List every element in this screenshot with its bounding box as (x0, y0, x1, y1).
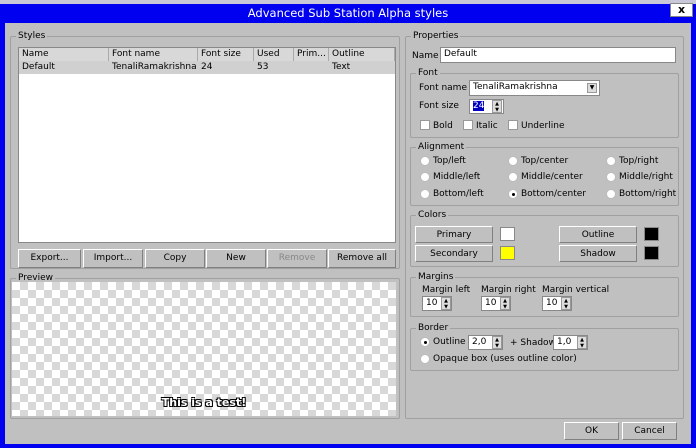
border-legend: Border (416, 322, 451, 334)
remove-all-button[interactable]: Remove all (328, 249, 396, 268)
name-input[interactable]: Default (440, 47, 676, 63)
styles-list[interactable]: Name Font name Font size Used Prim... Ou… (18, 47, 396, 243)
bold-label: Bold (433, 121, 453, 131)
preview-canvas: This is a test! (12, 282, 396, 416)
alignment-label: Middle/center (521, 172, 583, 182)
cell-primary (294, 61, 297, 74)
window-title: Advanced Sub Station Alpha styles (247, 6, 449, 20)
alignment-label: Bottom/center (521, 189, 586, 199)
primary-swatch[interactable] (500, 227, 515, 241)
new-button[interactable]: New (206, 249, 266, 268)
alignment-label: Bottom/left (433, 189, 484, 199)
alignment-label: Middle/left (433, 172, 481, 182)
alignment-radio[interactable] (606, 189, 616, 199)
remove-button[interactable]: Remove (267, 249, 327, 268)
outline-width-spinner[interactable]: ▲ ▼ (492, 336, 502, 349)
margin-left-spinner[interactable]: ▲ ▼ (441, 297, 451, 310)
cell-font-name: TenaliRamakrishna (112, 62, 197, 72)
alignment-radio[interactable] (420, 172, 430, 182)
margin-vertical-spinner[interactable]: ▲ ▼ (561, 297, 571, 310)
preview-text: This is a test! (161, 396, 247, 409)
alignment-label: Top/center (521, 156, 569, 166)
shadow-width-spinner[interactable]: ▲ ▼ (577, 336, 587, 349)
cell-outline: Text (332, 62, 351, 72)
outline-radio[interactable] (420, 337, 430, 347)
ok-button[interactable]: OK (564, 422, 619, 440)
opaque-box-label: Opaque box (uses outline color) (433, 354, 577, 364)
alignment-radio[interactable] (420, 189, 430, 199)
shadow-color-button[interactable]: Shadow (559, 245, 637, 262)
outline-swatch[interactable] (644, 227, 659, 241)
chevron-down-icon[interactable]: ▼ (587, 83, 597, 93)
font-size-value: 24 (473, 101, 485, 111)
alignment-radio[interactable] (606, 172, 616, 182)
alignment-radio[interactable] (508, 189, 518, 199)
shadow-swatch[interactable] (644, 246, 659, 260)
styles-legend: Styles (16, 30, 48, 42)
font-size-spinner[interactable]: ▲ ▼ (492, 100, 502, 113)
margin-right-spinner[interactable]: ▲ ▼ (500, 297, 510, 310)
col-name[interactable]: Name (19, 48, 109, 61)
alignment-label: Top/right (619, 156, 659, 166)
col-outline[interactable]: Outline (329, 48, 395, 61)
opaque-box-radio[interactable] (420, 354, 430, 364)
secondary-swatch[interactable] (500, 246, 515, 260)
copy-button[interactable]: Copy (145, 249, 205, 268)
font-legend: Font (416, 67, 440, 79)
margin-right-label: Margin right (481, 285, 536, 295)
font-name-select[interactable]: TenaliRamakrishna ▼ (469, 80, 600, 96)
alignment-radio[interactable] (508, 156, 518, 166)
font-name-label: Font name (419, 83, 467, 93)
italic-label: Italic (476, 121, 498, 131)
font-size-label: Font size (419, 101, 459, 111)
col-primary[interactable]: Prim... (294, 48, 329, 61)
export-button[interactable]: Export... (18, 249, 81, 268)
alignment-label: Top/left (433, 156, 466, 166)
alignment-radio[interactable] (606, 156, 616, 166)
name-label: Name (412, 51, 439, 61)
primary-color-button[interactable]: Primary (415, 226, 493, 243)
underline-label: Underline (521, 121, 565, 131)
import-button[interactable]: Import... (83, 249, 143, 268)
col-used[interactable]: Used (254, 48, 294, 61)
close-button[interactable]: x (670, 3, 693, 17)
font-name-value: TenaliRamakrishna (473, 82, 558, 92)
outline-label: Outline (433, 337, 466, 347)
italic-checkbox[interactable] (463, 120, 473, 130)
shadow-label: + Shadow (510, 338, 556, 348)
margin-vertical-label: Margin vertical (542, 285, 610, 295)
colors-legend: Colors (416, 209, 449, 221)
properties-legend: Properties (411, 30, 461, 42)
alignment-label: Bottom/right (619, 189, 677, 199)
col-font-name[interactable]: Font name (109, 48, 198, 61)
alignment-label: Middle/right (619, 172, 673, 182)
cancel-button[interactable]: Cancel (622, 422, 677, 440)
cell-name: Default (22, 62, 55, 72)
margins-legend: Margins (416, 271, 456, 283)
margin-left-label: Margin left (422, 285, 471, 295)
outline-color-button[interactable]: Outline (559, 226, 637, 243)
cell-font-size: 24 (201, 62, 213, 72)
cell-used: 53 (257, 62, 269, 72)
alignment-legend: Alignment (416, 141, 467, 153)
alignment-radio[interactable] (508, 172, 518, 182)
alignment-radio[interactable] (420, 156, 430, 166)
col-font-size[interactable]: Font size (198, 48, 254, 61)
underline-checkbox[interactable] (508, 120, 518, 130)
secondary-color-button[interactable]: Secondary (415, 245, 493, 262)
bold-checkbox[interactable] (420, 120, 430, 130)
